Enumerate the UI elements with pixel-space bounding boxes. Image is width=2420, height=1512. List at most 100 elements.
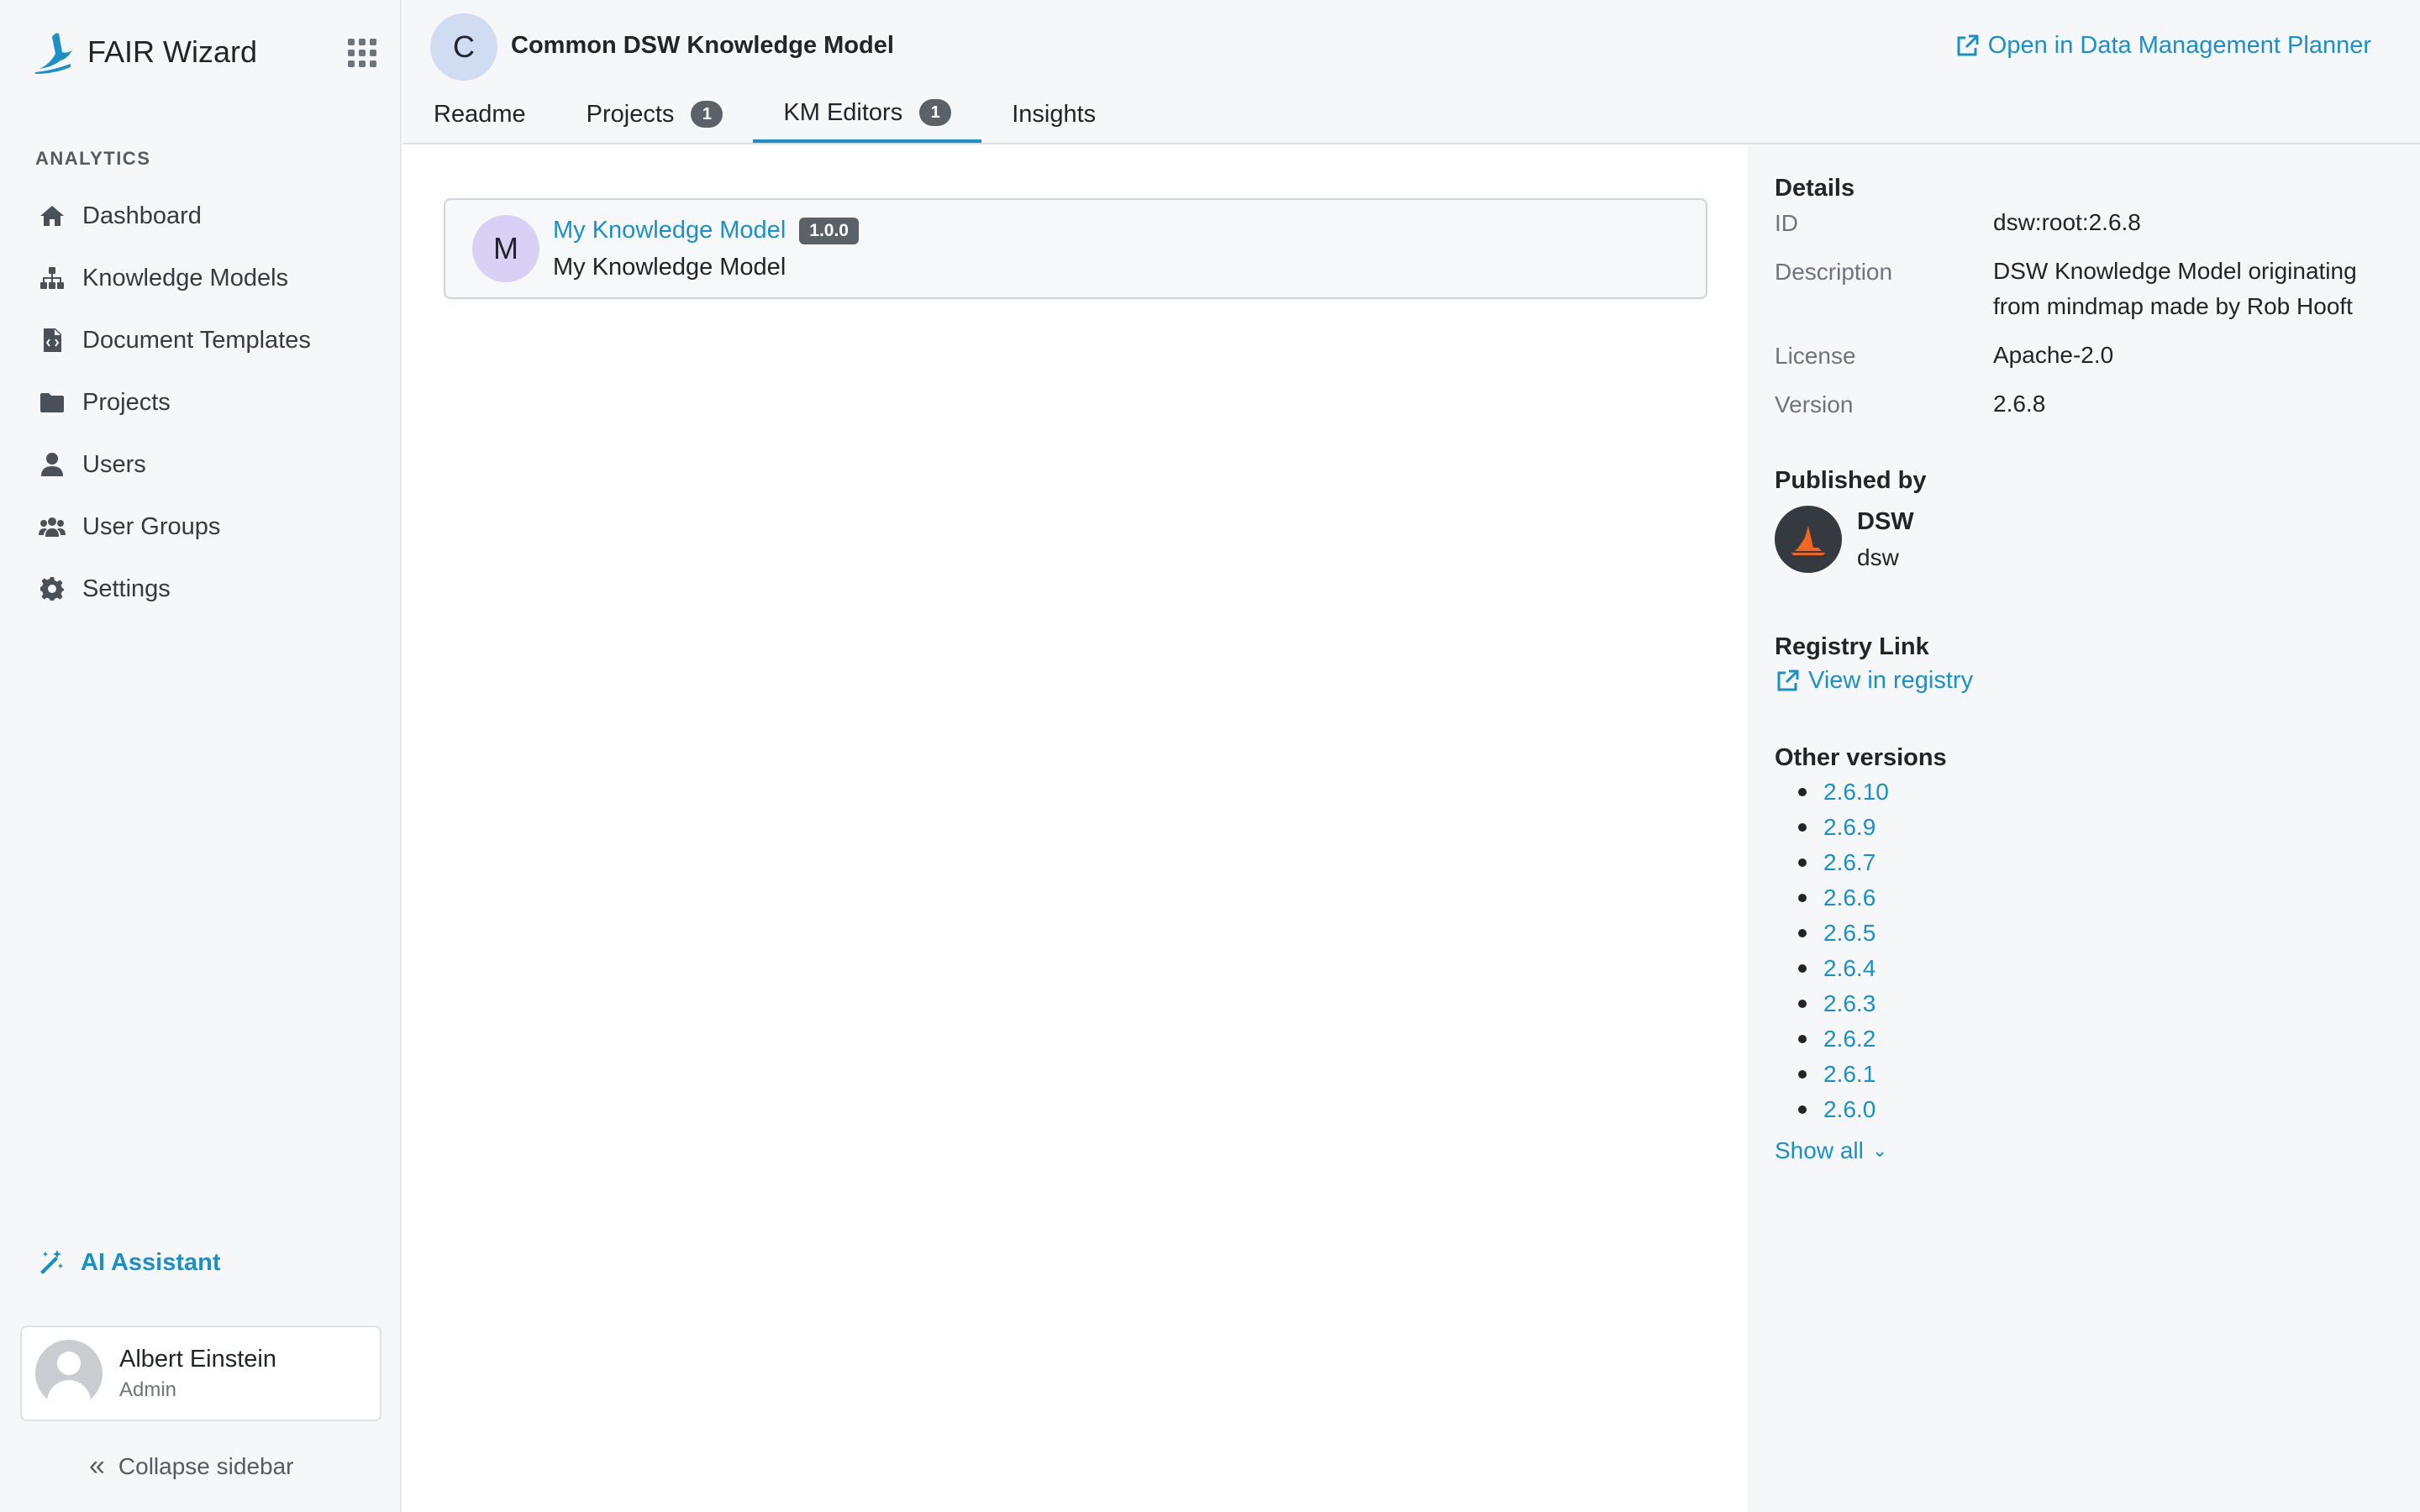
view-in-registry-label: View in registry <box>1808 667 1974 694</box>
file-code-icon <box>37 325 67 355</box>
version-link[interactable]: 2.6.10 <box>1823 779 1889 806</box>
km-avatar: C <box>430 13 497 81</box>
count-badge: 1 <box>919 99 952 126</box>
dsw-logo-icon <box>1775 506 1842 573</box>
version-link[interactable]: 2.6.2 <box>1823 1026 1876 1053</box>
detail-value-version: 2.6.8 <box>1993 391 2046 417</box>
show-all-button[interactable]: Show all ⌄ <box>1775 1137 1887 1164</box>
brand[interactable]: FAIR Wizard <box>30 25 257 79</box>
user-icon <box>37 449 67 480</box>
external-link-icon <box>1957 34 1979 55</box>
sidebar-item-projects[interactable]: Projects <box>0 371 400 433</box>
sitemap-icon <box>37 263 67 293</box>
km-editor-card[interactable]: M My Knowledge Model 1.0.0 My Knowledge … <box>444 198 1707 299</box>
view-in-registry-link[interactable]: View in registry <box>1775 667 1973 695</box>
tab-label: KM Editors <box>783 98 903 126</box>
detail-label-description: Description <box>1775 259 1893 285</box>
detail-value-id: dsw:root:2.6.8 <box>1993 209 2141 235</box>
detail-label-id: ID <box>1775 210 1798 236</box>
sidebar-item-label: Dashboard <box>82 202 202 229</box>
open-in-dmp-link[interactable]: Open in Data Management Planner <box>1954 32 2371 60</box>
section-label: ANALYTICS <box>35 148 151 169</box>
publisher-name: DSW <box>1857 507 1914 535</box>
list-item: 2.6.4 <box>1798 951 1889 986</box>
list-item: 2.6.7 <box>1798 845 1889 880</box>
tab-label: Readme <box>434 100 526 128</box>
km-editor-subtitle: My Knowledge Model <box>553 254 786 281</box>
tab-bar: Readme Projects 1 KM Editors 1 Insights <box>403 86 1126 144</box>
apps-grid-icon[interactable] <box>348 39 376 67</box>
list-item: 2.6.3 <box>1798 986 1889 1021</box>
km-editor-link[interactable]: My Knowledge Model <box>553 217 786 244</box>
show-all-label: Show all <box>1775 1137 1864 1163</box>
detail-label-license: License <box>1775 343 1856 369</box>
sidebar-item-user-groups[interactable]: User Groups <box>0 496 400 558</box>
fair-wizard-logo <box>35 33 72 74</box>
sidebar-item-label: Knowledge Models <box>82 264 289 291</box>
version-link[interactable]: 2.6.7 <box>1823 849 1876 876</box>
detail-label-version: Version <box>1775 391 1854 417</box>
collapse-sidebar-button[interactable]: « Collapse sidebar <box>89 1450 294 1483</box>
km-editor-avatar: M <box>472 215 539 282</box>
list-item: 2.6.1 <box>1798 1057 1889 1092</box>
other-versions-list: 2.6.10 2.6.9 2.6.7 2.6.6 2.6.5 2.6.4 2.6… <box>1798 774 1889 1127</box>
detail-value-description: DSW Knowledge Model originating from min… <box>1993 258 2357 319</box>
brand-name: FAIR Wizard <box>87 34 258 69</box>
detail-value-license: Apache-2.0 <box>1993 342 2114 368</box>
profile-role: Admin <box>119 1378 177 1401</box>
home-icon <box>37 201 67 231</box>
sidebar-item-label: Settings <box>82 575 171 602</box>
collapse-sidebar-label: Collapse sidebar <box>118 1452 294 1479</box>
sidebar-item-label: Projects <box>82 388 171 416</box>
count-badge: 1 <box>691 101 723 128</box>
profile-name: Albert Einstein <box>119 1345 276 1373</box>
double-chevron-left-icon: « <box>89 1450 105 1482</box>
magic-wand-icon <box>40 1250 63 1274</box>
tab-projects[interactable]: Projects 1 <box>556 86 754 143</box>
list-item: 2.6.10 <box>1798 774 1889 810</box>
sidebar-item-settings[interactable]: Settings <box>0 558 400 620</box>
registry-heading: Registry Link <box>1775 633 1929 660</box>
page-header: C Common DSW Knowledge Model Open in Dat… <box>403 0 2420 144</box>
publisher: DSW dsw <box>1775 506 1914 573</box>
version-link[interactable]: 2.6.1 <box>1823 1061 1876 1088</box>
tab-insights[interactable]: Insights <box>981 86 1126 143</box>
list-item: 2.6.9 <box>1798 810 1889 845</box>
version-link[interactable]: 2.6.0 <box>1823 1096 1876 1123</box>
sidebar-item-document-templates[interactable]: Document Templates <box>0 309 400 371</box>
version-link[interactable]: 2.6.6 <box>1823 885 1876 911</box>
ai-assistant-button[interactable]: AI Assistant <box>37 1248 221 1277</box>
details-panel: Details ID dsw:root:2.6.8 Description DS… <box>1748 144 2420 1512</box>
list-item: 2.6.0 <box>1798 1092 1889 1127</box>
main-content: M My Knowledge Model 1.0.0 My Knowledge … <box>403 144 1748 1512</box>
sidebar: FAIR Wizard ANALYTICS Dashboard Knowledg… <box>0 0 402 1512</box>
sidebar-item-label: Document Templates <box>82 326 311 354</box>
version-link[interactable]: 2.6.3 <box>1823 990 1876 1017</box>
other-versions-heading: Other versions <box>1775 744 1947 771</box>
version-link[interactable]: 2.6.5 <box>1823 920 1876 947</box>
sidebar-item-label: Users <box>82 450 146 478</box>
folder-icon <box>37 387 67 417</box>
users-icon <box>37 512 67 542</box>
sidebar-item-users[interactable]: Users <box>0 433 400 496</box>
gear-icon <box>37 574 67 604</box>
chevron-down-icon: ⌄ <box>1871 1140 1888 1161</box>
version-link[interactable]: 2.6.4 <box>1823 955 1876 982</box>
list-item: 2.6.6 <box>1798 880 1889 916</box>
page-title: Common DSW Knowledge Model <box>511 32 894 59</box>
tab-km-editors[interactable]: KM Editors 1 <box>753 86 982 143</box>
user-profile-card[interactable]: Albert Einstein Admin <box>20 1326 381 1421</box>
sidebar-item-label: User Groups <box>82 512 221 540</box>
list-item: 2.6.5 <box>1798 916 1889 951</box>
avatar <box>35 1340 103 1407</box>
published-heading: Published by <box>1775 467 1927 494</box>
details-heading: Details <box>1775 175 1855 202</box>
sidebar-menu: Dashboard Knowledge Models Document Temp… <box>0 185 400 620</box>
sidebar-item-knowledge-models[interactable]: Knowledge Models <box>0 247 400 309</box>
tab-label: Projects <box>586 100 675 128</box>
external-link-icon <box>1777 669 1799 690</box>
version-link[interactable]: 2.6.9 <box>1823 814 1876 841</box>
sidebar-item-dashboard[interactable]: Dashboard <box>0 185 400 247</box>
ai-assistant-label: AI Assistant <box>81 1248 221 1276</box>
tab-readme[interactable]: Readme <box>403 86 556 143</box>
